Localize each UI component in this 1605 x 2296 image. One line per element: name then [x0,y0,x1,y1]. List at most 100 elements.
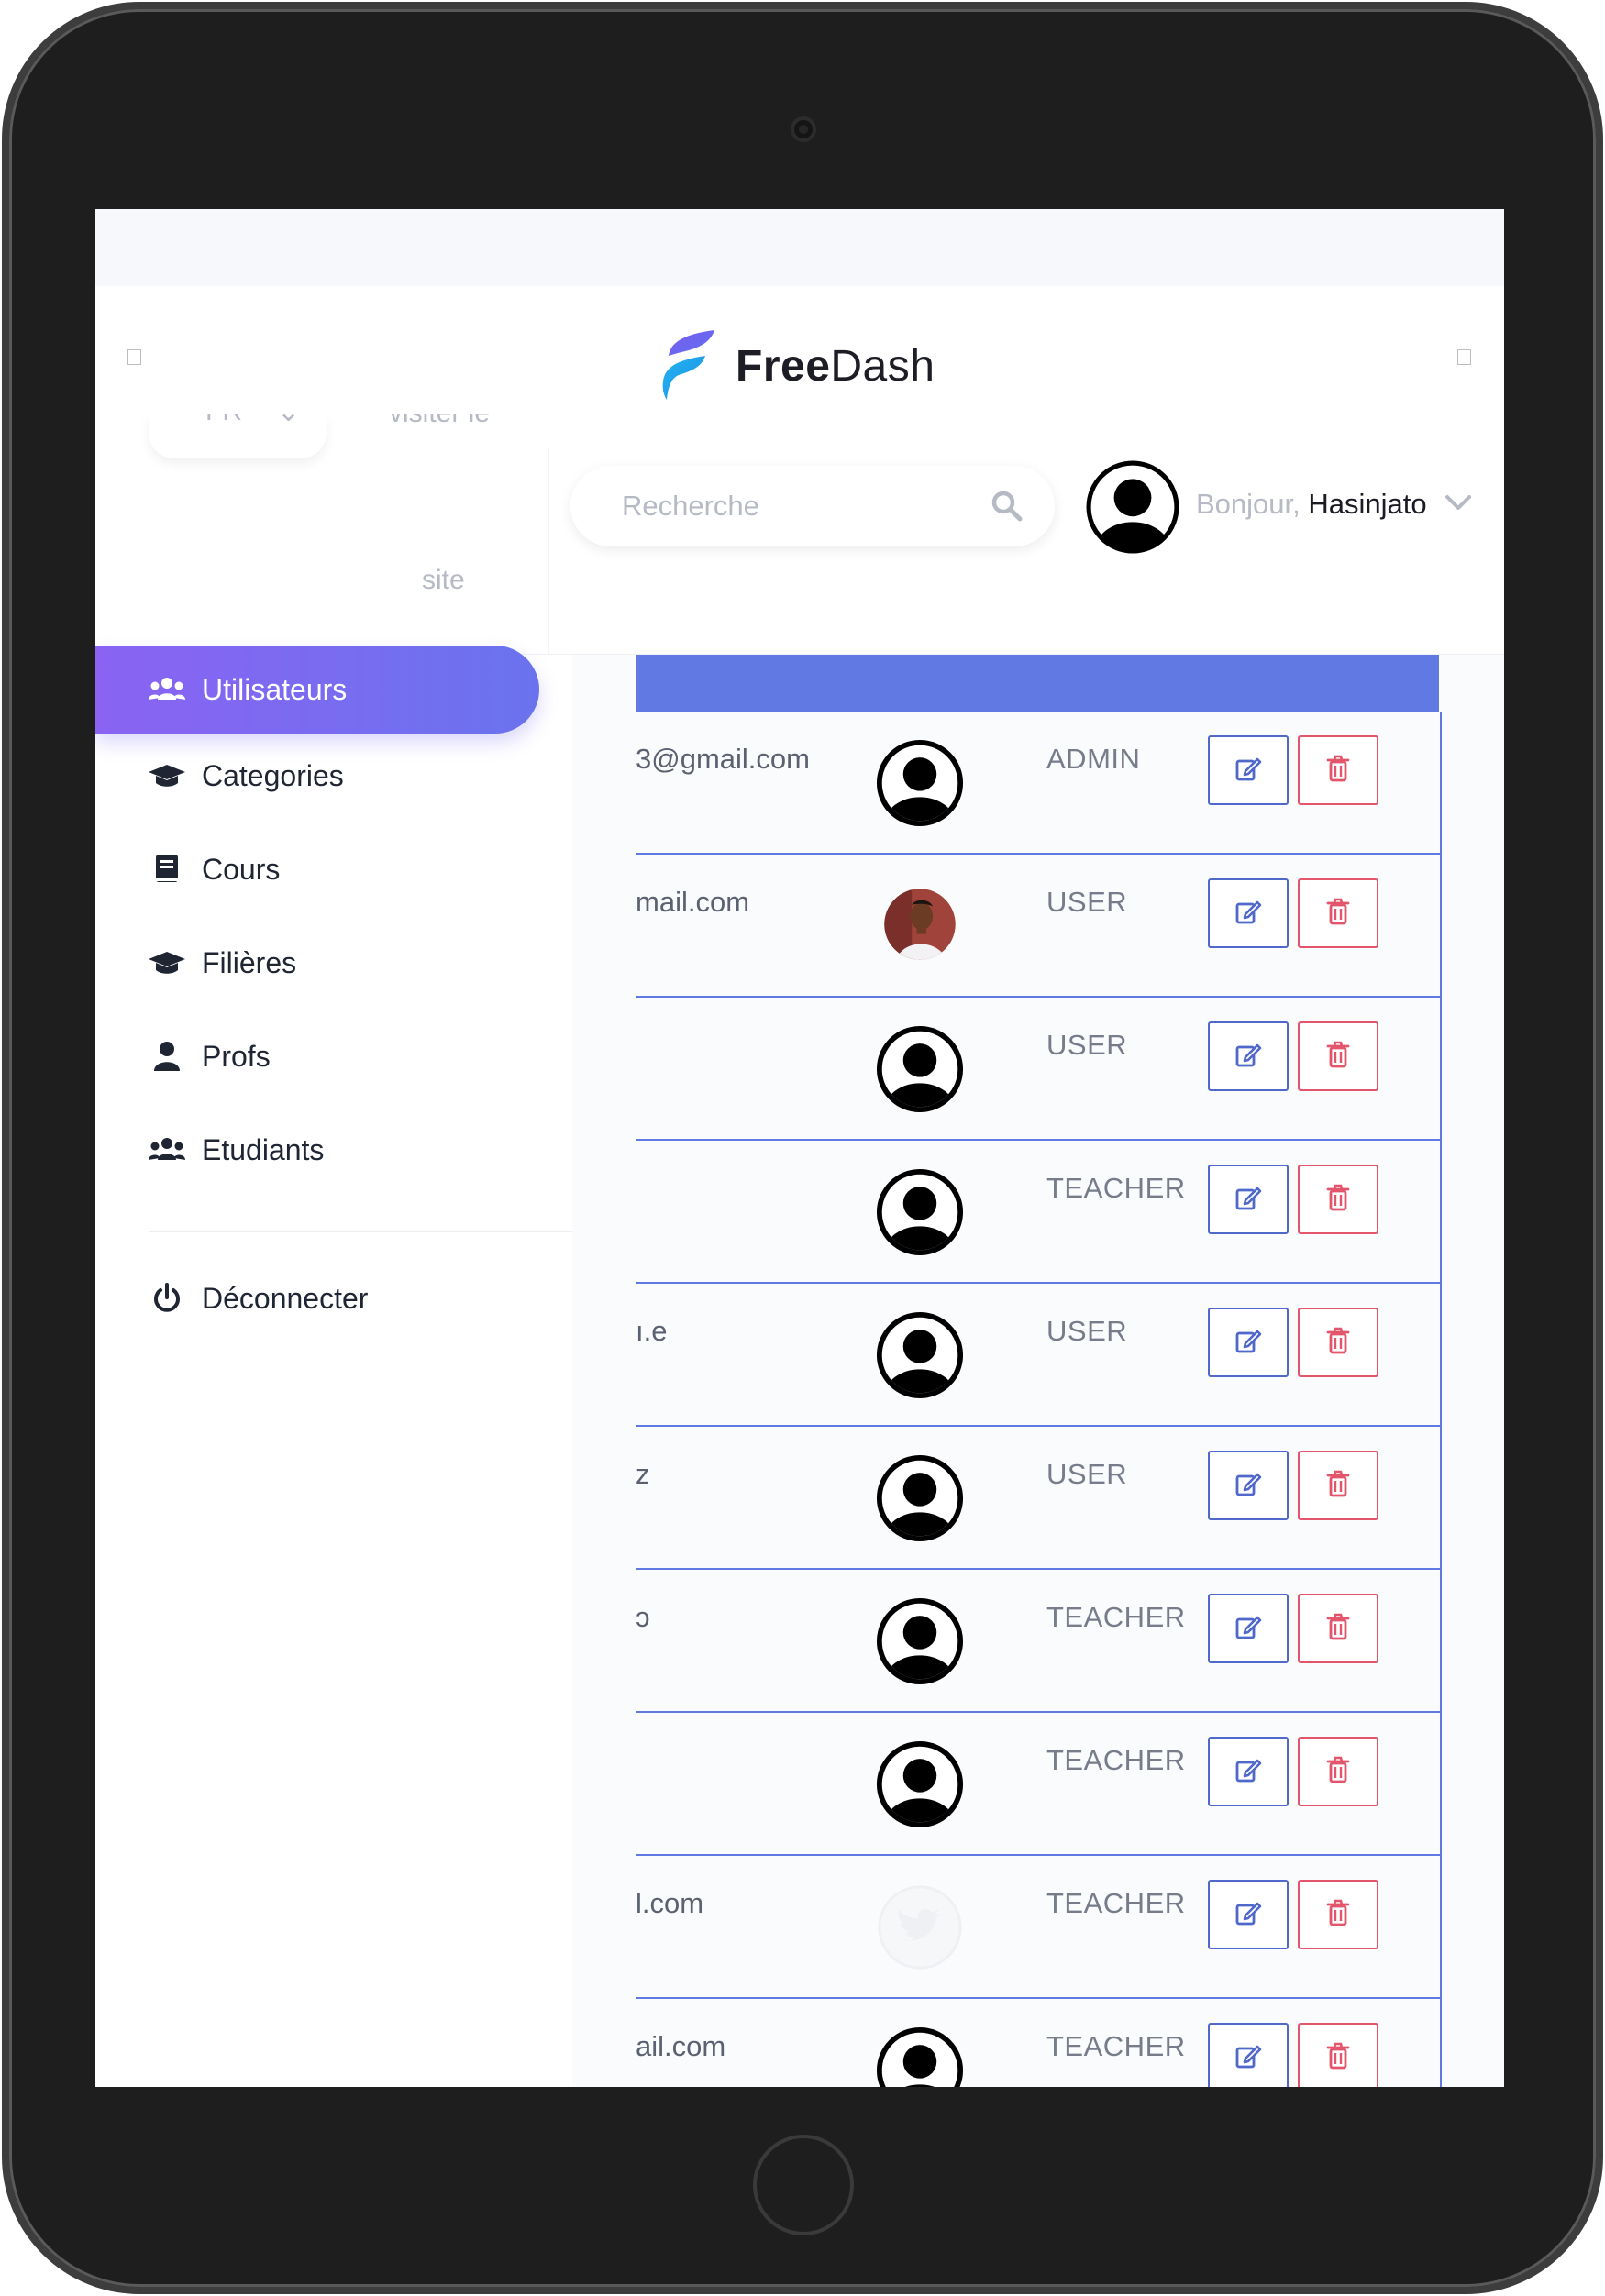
user-role: USER [1046,886,1128,918]
delete-button[interactable] [1298,2023,1378,2087]
camera-icon [791,116,816,142]
divider [548,447,549,655]
sidebar-item-utilisateurs[interactable]: Utilisateurs [149,662,347,717]
sidebar-item-label: Categories [202,758,344,792]
delete-button[interactable] [1298,1594,1378,1663]
delete-button[interactable] [1298,1165,1378,1234]
user-role: USER [1046,1029,1128,1061]
visit-site-link[interactable]: visiter le [389,414,545,440]
trash-icon [1326,2042,1350,2074]
table-border [1440,712,1442,2087]
search-box [570,466,1055,546]
delete-button[interactable] [1298,878,1378,948]
brand-name[interactable]: FreeDash [736,341,935,392]
sidebar-item-cours[interactable]: Cours [149,842,280,897]
user-role: USER [1046,1458,1128,1490]
default-avatar-icon [876,1454,964,1542]
home-button[interactable] [753,2135,854,2235]
sidebar-divider [149,1231,572,1232]
default-avatar-icon [876,1168,964,1256]
edit-button[interactable] [1208,1594,1289,1663]
table-row: z USER [636,1427,1440,1570]
more-options-icon[interactable] [1457,349,1471,365]
trash-icon [1326,1041,1350,1073]
table-row: USER [636,998,1440,1141]
default-avatar-icon [876,1597,964,1685]
edit-icon [1234,2042,1262,2074]
default-avatar-icon [876,1025,964,1113]
table-row: 3@gmail.com ADMIN [636,712,1440,855]
user-email: l.com [636,1887,704,1919]
edit-button[interactable] [1208,1737,1289,1806]
sidebar-item-label: Utilisateurs [202,672,348,706]
user-photo-avatar [880,884,968,972]
tablet-stage: FreeDash FR ⌄ visiter le site [0,0,1605,2296]
edit-icon [1234,1327,1262,1359]
edit-button[interactable] [1208,735,1289,805]
delete-button[interactable] [1298,1021,1378,1091]
visit-site-label-line2[interactable]: site [422,565,465,596]
sidebar-item-label: Filières [202,945,297,979]
user-icon [149,1040,185,1073]
sidebar-item-filieres[interactable]: Filières [149,935,296,990]
trash-icon [1326,1899,1350,1931]
user-role: USER [1046,1315,1128,1347]
trash-icon [1326,1756,1350,1788]
sidebar-item-label: Cours [202,852,281,886]
language-label: FR [205,414,242,427]
visit-site-label: visiter le [389,414,490,429]
graduation-cap-icon [149,946,185,979]
edit-button[interactable] [1208,1451,1289,1520]
logout-button[interactable]: Déconnecter [149,1271,368,1326]
user-avatar[interactable] [1086,460,1179,554]
delete-button[interactable] [1298,1880,1378,1949]
delete-button[interactable] [1298,735,1378,805]
user-role: TEACHER [1046,1601,1186,1633]
table-row: TEACHER [636,1141,1440,1284]
sidebar-item-profs[interactable]: Profs [149,1029,271,1084]
default-avatar-icon [876,1740,964,1828]
edit-icon [1234,755,1262,787]
users-icon [149,673,185,706]
table-row: mail.com USER [636,855,1440,998]
user-email: ail.com [636,2030,726,2062]
edit-button[interactable] [1208,1021,1289,1091]
users-table: 3@gmail.com ADMIN mail.com USER USER TEACHER ı… [572,655,1504,2087]
freedash-logo-icon [662,330,714,400]
trash-icon [1326,755,1350,787]
edit-icon [1234,1756,1262,1788]
edit-button[interactable] [1208,1165,1289,1234]
search-icon[interactable] [989,488,1025,524]
user-email: 3@gmail.com [636,743,810,775]
edit-button[interactable] [1208,878,1289,948]
edit-icon [1234,1041,1262,1073]
table-row: ɔ TEACHER [636,1570,1440,1713]
graduation-cap-icon [149,759,185,792]
edit-button[interactable] [1208,2023,1289,2087]
delete-button[interactable] [1298,1451,1378,1520]
menu-toggle-icon[interactable] [127,349,141,365]
table-header [636,655,1439,712]
user-role: ADMIN [1046,743,1141,775]
topbar: FreeDash FR ⌄ visiter le site [95,286,1504,655]
top-strip [95,209,1504,286]
chevron-down-icon[interactable] [1444,488,1473,517]
delete-button[interactable] [1298,1308,1378,1377]
search-input[interactable] [622,486,970,526]
edit-button[interactable] [1208,1880,1289,1949]
twitter-avatar-icon [876,1883,964,1971]
greeting-label: Bonjour, [1196,488,1301,520]
screen: FreeDash FR ⌄ visiter le site [95,209,1504,2087]
user-menu[interactable]: Bonjour, Hasinjato [1196,488,1471,521]
language-select[interactable]: FR ⌄ [149,414,327,458]
trash-icon [1326,898,1350,930]
edit-button[interactable] [1208,1308,1289,1377]
sidebar-item-categories[interactable]: Categories [149,748,344,803]
book-icon [149,853,185,886]
user-email: ı.e [636,1315,668,1347]
table-row: ı.e USER [636,1284,1440,1427]
delete-button[interactable] [1298,1737,1378,1806]
default-avatar-icon [876,739,964,827]
sidebar-item-etudiants[interactable]: Etudiants [149,1122,324,1177]
edit-icon [1234,1899,1262,1931]
